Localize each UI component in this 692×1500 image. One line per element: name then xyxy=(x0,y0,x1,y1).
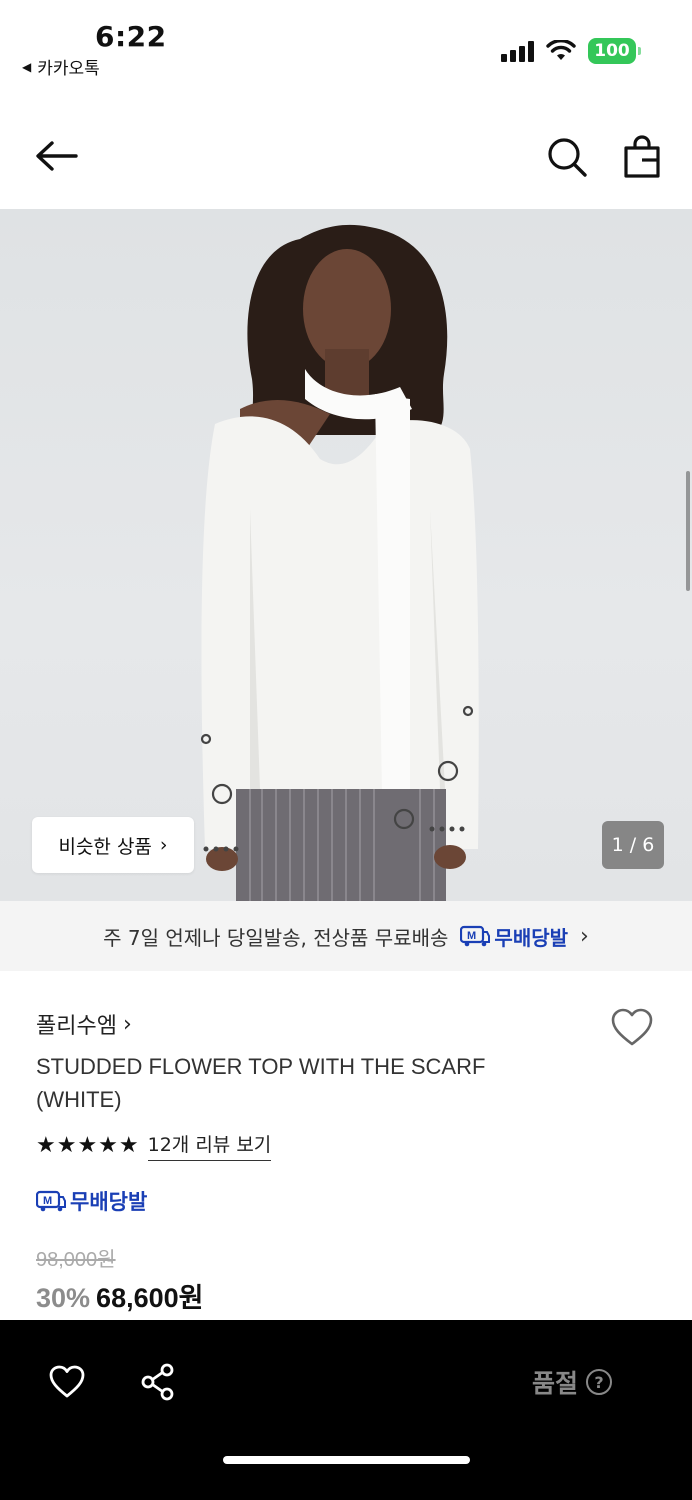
wifi-icon xyxy=(546,40,576,60)
similar-products-button[interactable]: 비슷한 상품 › xyxy=(32,817,194,873)
sale-price: 68,600원 xyxy=(96,1283,204,1313)
delivery-truck-icon: M xyxy=(36,1190,66,1212)
status-right: 100 xyxy=(501,38,641,64)
brand-link[interactable]: 폴리수엠 › xyxy=(36,1008,132,1040)
status-bar: 6:22 ◀ 카카오톡 100 xyxy=(0,0,692,90)
original-price: 98,000원 xyxy=(36,1249,116,1271)
delivery-truck-icon: M xyxy=(460,925,491,947)
shipping-badge-label: 무배당발 xyxy=(494,925,569,950)
cellular-signal-icon xyxy=(501,40,534,62)
back-triangle-icon: ◀ xyxy=(22,59,32,74)
star-rating: ★★★★★ xyxy=(36,1133,140,1158)
svg-text:M: M xyxy=(467,930,476,942)
soldout-status[interactable]: 품절 ? xyxy=(532,1364,613,1400)
heart-icon[interactable] xyxy=(610,1008,654,1048)
review-link[interactable]: 12개 리뷰 보기 xyxy=(147,1130,272,1161)
help-icon[interactable]: ? xyxy=(586,1369,613,1395)
product-image[interactable] xyxy=(0,209,692,901)
shipping-banner[interactable]: 주 7일 언제나 당일발송, 전상품 무료배송 M 무배당발 › xyxy=(0,901,692,971)
image-page-counter: 1 / 6 xyxy=(602,821,664,869)
status-time: 6:22 xyxy=(95,20,167,53)
sale-price-row: 30% 68,600원 xyxy=(36,1276,203,1315)
shipping-badge-label: 무배당발 xyxy=(70,1190,148,1214)
back-app-label: 카카오톡 xyxy=(37,59,100,79)
bottom-action-bar: 품절 ? xyxy=(0,1320,692,1500)
soldout-label: 품절 xyxy=(532,1369,579,1398)
shopping-bag-icon[interactable] xyxy=(620,134,664,180)
heart-icon[interactable] xyxy=(48,1364,86,1400)
same-day-free-shipping-badge: M 무배당발 xyxy=(460,922,568,951)
discount-rate: 30% xyxy=(36,1283,91,1313)
arrow-left-icon[interactable] xyxy=(32,136,82,176)
same-day-free-shipping-badge: M 무배당발 xyxy=(36,1186,147,1216)
page-scrollbar[interactable] xyxy=(686,471,690,591)
rating-row: ★★★★★ 12개 리뷰 보기 xyxy=(36,1130,272,1161)
back-to-app-link[interactable]: ◀ 카카오톡 xyxy=(22,54,100,79)
chevron-right-icon: › xyxy=(122,1011,132,1037)
top-navigation xyxy=(0,118,692,198)
search-icon[interactable] xyxy=(544,134,590,180)
product-title: STUDDED FLOWER TOP WITH THE SCARF (WHITE… xyxy=(36,1054,486,1112)
battery-indicator: 100 xyxy=(588,38,641,64)
share-icon[interactable] xyxy=(138,1362,178,1402)
chevron-right-icon: › xyxy=(580,923,589,949)
svg-text:M: M xyxy=(43,1195,52,1207)
brand-name: 폴리수엠 xyxy=(36,1014,117,1039)
home-indicator xyxy=(223,1456,470,1464)
similar-products-label: 비슷한 상품 xyxy=(58,835,152,858)
shipping-banner-text: 주 7일 언제나 당일발송, 전상품 무료배송 xyxy=(103,925,449,950)
chevron-right-icon: › xyxy=(159,834,168,856)
product-photo-illustration xyxy=(200,224,479,901)
